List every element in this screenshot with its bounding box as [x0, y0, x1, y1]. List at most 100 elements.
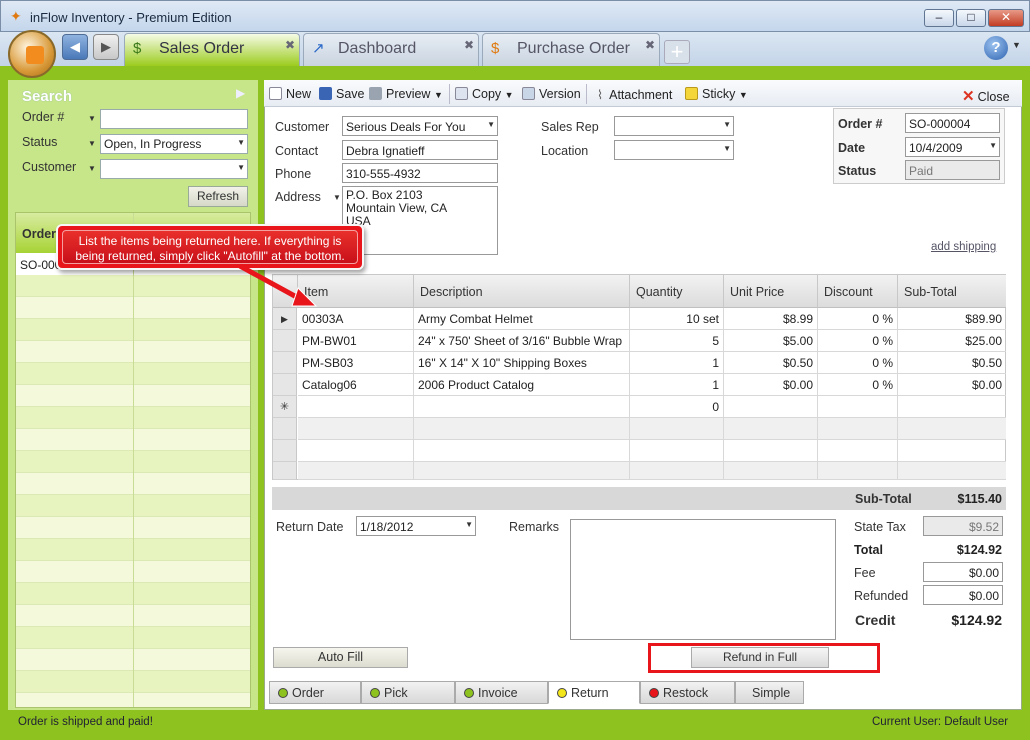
total-value: $124.92 — [956, 543, 1002, 557]
cell-unit-price[interactable]: $0.50 — [724, 352, 818, 374]
chevron-down-icon[interactable]: ▼ — [739, 90, 748, 100]
cell-quantity[interactable]: 1 — [630, 352, 724, 374]
close-button[interactable]: ✕ Close — [962, 87, 1010, 105]
cell-description[interactable]: 2006 Product Catalog — [414, 374, 630, 396]
add-shipping-link[interactable]: add shipping — [931, 241, 996, 253]
cell-unit-price[interactable]: $8.99 — [724, 308, 818, 330]
new-row-icon[interactable]: ✳ — [273, 396, 297, 418]
tab-close-icon[interactable]: ✖ — [464, 39, 474, 51]
new-cell-unit-price[interactable] — [724, 396, 818, 418]
phone-field[interactable]: 310-555-4932 — [342, 163, 498, 183]
version-button[interactable]: Version — [522, 87, 581, 101]
remarks-field[interactable] — [570, 519, 836, 640]
tab-close-icon[interactable]: ✖ — [645, 39, 655, 51]
window-close-button[interactable]: ✕ — [988, 9, 1024, 27]
fee-field[interactable]: $0.00 — [923, 562, 1003, 582]
tab-sales-order[interactable]: $ Sales Order ✖ — [124, 33, 300, 66]
status-select[interactable]: Open, In Progress ▼ — [100, 134, 248, 154]
maximize-button[interactable]: □ — [956, 9, 986, 27]
column-header-discount[interactable]: Discount — [818, 275, 898, 308]
return-date-picker[interactable]: 1/18/2012 ▼ — [356, 516, 476, 536]
chevron-down-icon[interactable]: ▼ — [237, 163, 245, 172]
new-button[interactable]: New — [269, 87, 311, 101]
cell-description[interactable]: 24" x 750' Sheet of 3/16" Bubble Wrap — [414, 330, 630, 352]
column-header-subtotal[interactable]: Sub-Total — [898, 275, 1006, 308]
tab-invoice[interactable]: Invoice — [455, 681, 548, 704]
column-header-description[interactable]: Description — [414, 275, 630, 308]
contact-field[interactable]: Debra Ignatieff — [342, 140, 498, 160]
chevron-down-icon[interactable]: ▼ — [723, 144, 731, 153]
cell-discount[interactable]: 0 % — [818, 308, 898, 330]
cell-discount[interactable]: 0 % — [818, 374, 898, 396]
auto-fill-button[interactable]: Auto Fill — [273, 647, 408, 668]
cell-description[interactable]: Army Combat Helmet — [414, 308, 630, 330]
cell-discount[interactable]: 0 % — [818, 330, 898, 352]
tab-pick[interactable]: Pick — [361, 681, 455, 704]
tab-order[interactable]: Order — [269, 681, 361, 704]
new-cell-description[interactable] — [414, 396, 630, 418]
cell-item[interactable]: Catalog06 — [298, 374, 414, 396]
cell-unit-price[interactable]: $5.00 — [724, 330, 818, 352]
tab-simple[interactable]: Simple — [735, 681, 804, 704]
cell-discount[interactable]: 0 % — [818, 352, 898, 374]
sticky-button[interactable]: Sticky ▼ — [685, 87, 748, 101]
save-button[interactable]: Save — [319, 87, 365, 101]
status-label: Status — [838, 164, 877, 178]
dropdown-arrow-icon[interactable]: ▼ — [88, 164, 96, 173]
row-selector[interactable] — [273, 330, 297, 352]
row-selector[interactable] — [273, 374, 297, 396]
attachment-button[interactable]: ⌇ Attachment — [597, 87, 672, 102]
list-header-order[interactable]: Order — [22, 227, 56, 241]
customer-search-select[interactable]: ▼ — [100, 159, 248, 179]
cell-quantity[interactable]: 1 — [630, 374, 724, 396]
cell-description[interactable]: 16" X 14" X 10" Shipping Boxes — [414, 352, 630, 374]
order-date-picker[interactable]: 10/4/2009 ▼ — [905, 137, 1000, 157]
app-menu-orb[interactable] — [8, 30, 56, 78]
dropdown-arrow-icon[interactable]: ▼ — [88, 114, 96, 123]
location-select[interactable]: ▼ — [614, 140, 734, 160]
tab-purchase-order[interactable]: $ Purchase Order ✖ — [482, 33, 660, 66]
new-cell-discount[interactable] — [818, 396, 898, 418]
add-tab-button[interactable]: + — [664, 40, 690, 64]
cell-item[interactable]: PM-SB03 — [298, 352, 414, 374]
dropdown-arrow-icon[interactable]: ▼ — [88, 139, 96, 148]
help-button[interactable]: ? — [984, 36, 1008, 60]
cell-unit-price[interactable]: $0.00 — [724, 374, 818, 396]
chevron-down-icon[interactable]: ▼ — [434, 90, 443, 100]
cell-quantity[interactable]: 10 set — [630, 308, 724, 330]
row-selector[interactable] — [273, 352, 297, 374]
new-cell-quantity[interactable]: 0 — [630, 396, 724, 418]
order-number-field[interactable]: SO-000004 — [905, 113, 1000, 133]
forward-button[interactable]: ▶ — [93, 34, 119, 60]
order-number-search-input[interactable] — [100, 109, 248, 129]
back-button[interactable]: ◀ — [62, 34, 88, 60]
app-icon: ✦ — [10, 8, 22, 24]
chevron-down-icon[interactable]: ▼ — [465, 520, 473, 529]
chevron-down-icon[interactable]: ▼ — [989, 141, 997, 150]
column-header-unit-price[interactable]: Unit Price — [724, 275, 818, 308]
preview-button[interactable]: Preview ▼ — [369, 87, 443, 101]
refunded-field[interactable]: $0.00 — [923, 585, 1003, 605]
collapse-arrow-icon[interactable]: ▶ — [236, 86, 245, 100]
copy-button[interactable]: Copy ▼ — [455, 87, 514, 101]
chevron-down-icon[interactable]: ▼ — [237, 138, 245, 147]
customer-select[interactable]: Serious Deals For You ▼ — [342, 116, 498, 136]
tab-dashboard[interactable]: ↗ Dashboard ✖ — [303, 33, 479, 66]
chevron-down-icon[interactable]: ▼ — [723, 120, 731, 129]
column-header-quantity[interactable]: Quantity — [630, 275, 724, 308]
dropdown-arrow-icon[interactable]: ▼ — [333, 193, 341, 202]
chevron-down-icon[interactable]: ▼ — [1012, 40, 1021, 50]
minimize-button[interactable]: – — [924, 9, 954, 27]
cell-item[interactable]: PM-BW01 — [298, 330, 414, 352]
tab-return[interactable]: Return — [548, 681, 640, 704]
sales-rep-select[interactable]: ▼ — [614, 116, 734, 136]
tab-restock[interactable]: Restock — [640, 681, 735, 704]
cell-quantity[interactable]: 5 — [630, 330, 724, 352]
chevron-down-icon[interactable]: ▼ — [505, 90, 514, 100]
chevron-down-icon[interactable]: ▼ — [487, 120, 495, 129]
refresh-button[interactable]: Refresh — [188, 186, 248, 207]
status-message: Order is shipped and paid! — [18, 716, 153, 728]
address-field[interactable]: P.O. Box 2103 Mountain View, CA USA 43 — [342, 186, 498, 255]
tab-close-icon[interactable]: ✖ — [285, 39, 295, 51]
new-cell-item[interactable] — [298, 396, 414, 418]
